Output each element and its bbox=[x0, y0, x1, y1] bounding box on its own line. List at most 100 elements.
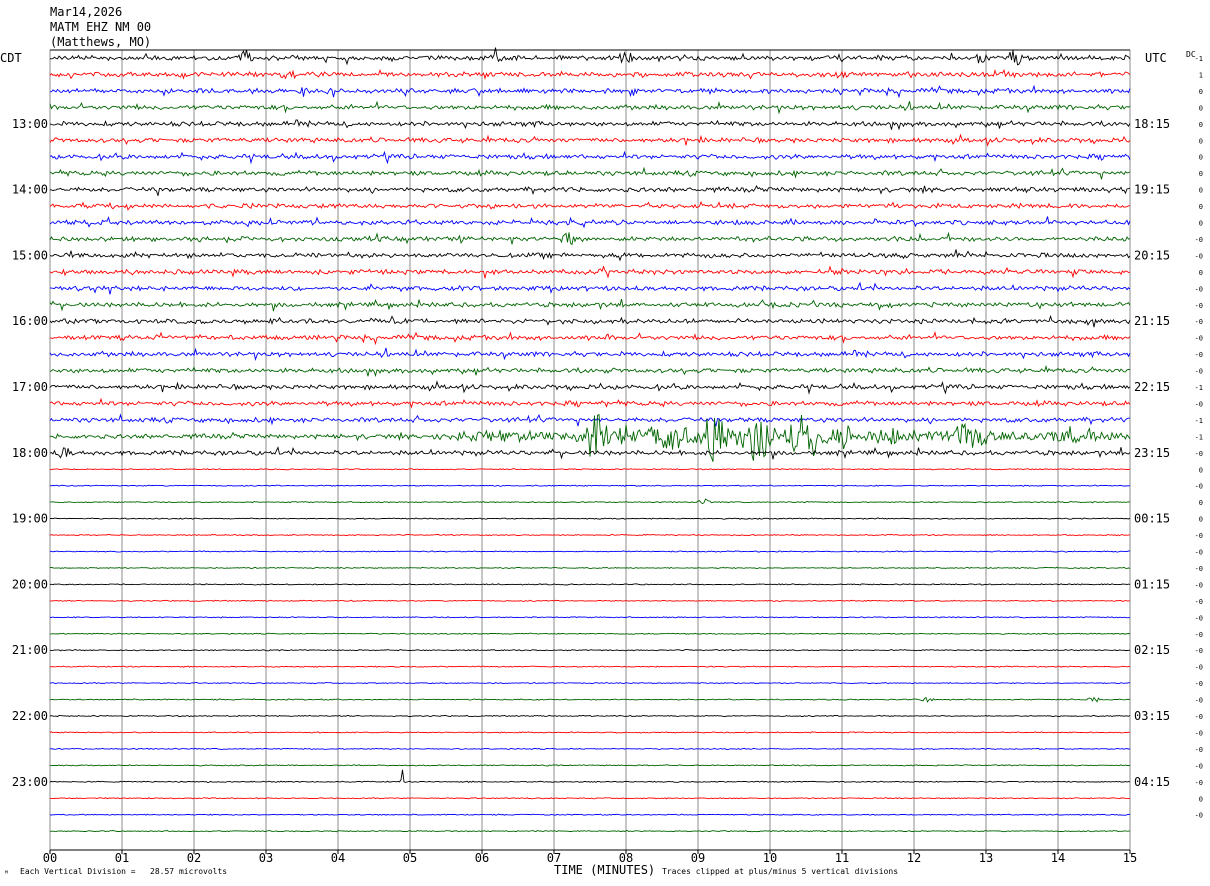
x-tick-label: 06 bbox=[475, 851, 489, 865]
dc-offset-label: 0 bbox=[1199, 170, 1203, 178]
clip-note: Traces clipped at plus/minus 5 vertical … bbox=[662, 867, 899, 876]
x-tick-label: 05 bbox=[403, 851, 417, 865]
dc-offset-label: -0 bbox=[1195, 532, 1203, 540]
trace-line bbox=[49, 84, 1131, 99]
trace-line bbox=[49, 281, 1131, 295]
dc-offset-label: -0 bbox=[1195, 236, 1203, 244]
trace-line bbox=[49, 599, 1131, 603]
trace-line bbox=[49, 201, 1131, 211]
dc-offset-label: -1 bbox=[1195, 384, 1203, 392]
dc-offset-label: -0 bbox=[1195, 762, 1203, 770]
trace-line bbox=[50, 498, 1131, 505]
trace-line bbox=[49, 100, 1131, 115]
dc-offset-label: -0 bbox=[1195, 549, 1203, 557]
trace-line bbox=[49, 265, 1131, 279]
dc-offset-label: -0 bbox=[1195, 351, 1203, 359]
dc-offset-label: -0 bbox=[1195, 318, 1203, 326]
trace-line bbox=[49, 166, 1131, 180]
trace-line bbox=[49, 665, 1130, 668]
cdt-hour-label: 16:00 bbox=[12, 314, 48, 328]
dc-offset-label: 0 bbox=[1199, 187, 1203, 195]
trace-line bbox=[49, 797, 1131, 800]
x-tick-label: 00 bbox=[43, 851, 57, 865]
x-tick-label: 14 bbox=[1051, 851, 1065, 865]
dc-offset-label: -0 bbox=[1195, 614, 1203, 622]
dc-offset-label: 0 bbox=[1199, 516, 1203, 524]
dc-offset-label: -0 bbox=[1195, 664, 1203, 672]
trace-line bbox=[49, 769, 1131, 783]
dc-offset-label: 0 bbox=[1199, 88, 1203, 96]
utc-hour-label: 23:15 bbox=[1134, 446, 1170, 460]
x-tick-label: 02 bbox=[187, 851, 201, 865]
dc-offset-label: -0 bbox=[1195, 252, 1203, 260]
cdt-hour-label: 20:00 bbox=[12, 577, 48, 591]
trace-line bbox=[49, 829, 1131, 833]
x-tick-label: 15 bbox=[1123, 851, 1137, 865]
dc-offset-label: 0 bbox=[1199, 795, 1203, 803]
dc-offset-label: -0 bbox=[1195, 483, 1203, 491]
dc-offset-label: -0 bbox=[1195, 598, 1203, 606]
trace-line bbox=[49, 714, 1131, 718]
trace-line bbox=[49, 696, 1131, 703]
cdt-hour-label: 17:00 bbox=[12, 380, 48, 394]
trace-line bbox=[49, 649, 1131, 652]
trace-line bbox=[50, 566, 1131, 570]
trace-line bbox=[49, 364, 1130, 378]
x-tick-label: 01 bbox=[115, 851, 129, 865]
trace-line bbox=[49, 397, 1131, 409]
utc-hour-label: 02:15 bbox=[1134, 643, 1170, 657]
dc-offset-label: 0 bbox=[1199, 137, 1203, 145]
trace-line bbox=[49, 68, 1131, 80]
dc-offset-label: -0 bbox=[1195, 581, 1203, 589]
trace-line bbox=[49, 550, 1131, 553]
corner-mark: ᴹ bbox=[4, 869, 9, 878]
trace-line bbox=[49, 484, 1131, 487]
dc-offset-label: -0 bbox=[1195, 680, 1203, 688]
trace-line bbox=[49, 133, 1131, 147]
axis-labels: 00 01 02 03 04 05 06 07 08 09 10 11 12 13 14 15-1100000… bbox=[12, 55, 1203, 865]
dc-offset-label: -0 bbox=[1195, 400, 1203, 408]
trace-line bbox=[49, 185, 1131, 196]
trace-line bbox=[50, 764, 1131, 767]
trace-line bbox=[49, 231, 1131, 246]
trace-line bbox=[49, 150, 1131, 165]
utc-hour-label: 03:15 bbox=[1134, 709, 1170, 723]
trace-group bbox=[49, 47, 1131, 833]
x-tick-label: 09 bbox=[691, 851, 705, 865]
dc-offset-label: -0 bbox=[1195, 779, 1203, 787]
trace-line bbox=[49, 468, 1131, 471]
dc-offset-label: -0 bbox=[1195, 697, 1203, 705]
utc-hour-label: 20:15 bbox=[1134, 248, 1170, 262]
x-tick-label: 12 bbox=[907, 851, 921, 865]
trace-line bbox=[49, 446, 1131, 460]
cdt-hour-label: 18:00 bbox=[12, 446, 48, 460]
dc-offset-label: -1 bbox=[1195, 433, 1203, 441]
dc-offset-label: -0 bbox=[1195, 450, 1203, 458]
x-tick-label: 11 bbox=[835, 851, 849, 865]
cdt-hour-label: 15:00 bbox=[12, 248, 48, 262]
dc-offset-label: -0 bbox=[1195, 746, 1203, 754]
utc-hour-label: 00:15 bbox=[1134, 512, 1170, 526]
utc-hour-label: 19:15 bbox=[1134, 183, 1170, 197]
trace-line bbox=[49, 380, 1131, 395]
trace-line bbox=[49, 813, 1131, 816]
dc-offset-label: -0 bbox=[1195, 368, 1203, 376]
dc-offset-label: 0 bbox=[1199, 154, 1203, 162]
dc-offset-label: -0 bbox=[1195, 729, 1203, 737]
trace-line bbox=[49, 731, 1131, 734]
trace-line bbox=[49, 347, 1131, 362]
scale-note: Each Vertical Division = 28.57 microvolt… bbox=[20, 867, 228, 876]
dc-offset-label: -0 bbox=[1195, 565, 1203, 573]
dc-offset-label: 0 bbox=[1199, 466, 1203, 474]
cdt-hour-label: 23:00 bbox=[12, 775, 48, 789]
dc-offset-label: 0 bbox=[1199, 269, 1203, 277]
trace-line bbox=[49, 249, 1131, 262]
dc-offset-label: 0 bbox=[1199, 203, 1203, 211]
dc-offset-label: 0 bbox=[1199, 499, 1203, 507]
helicorder-plot: 00 01 02 03 04 05 06 07 08 09 10 11 12 13 14 15-1100000… bbox=[12, 47, 1203, 865]
dc-offset-label: -0 bbox=[1195, 713, 1203, 721]
trace-line bbox=[49, 533, 1131, 537]
utc-hour-label: 01:15 bbox=[1134, 577, 1170, 591]
dc-offset-label: 0 bbox=[1199, 104, 1203, 112]
x-tick-label: 10 bbox=[763, 851, 777, 865]
